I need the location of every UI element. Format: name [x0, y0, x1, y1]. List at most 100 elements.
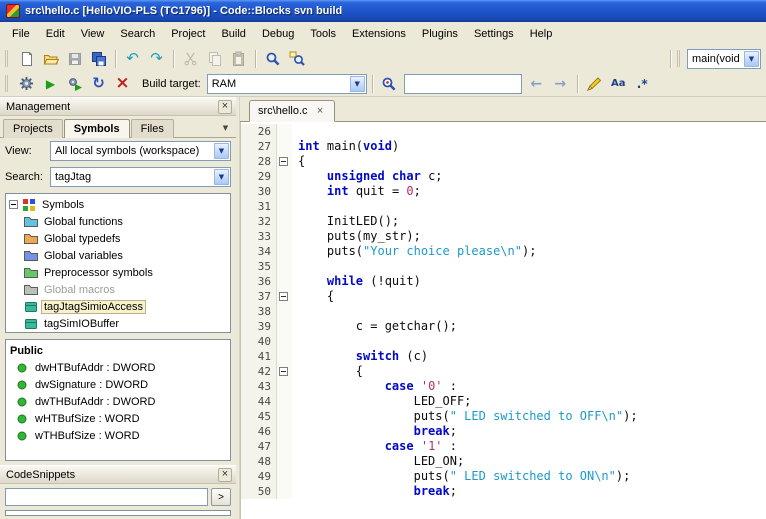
menu-tools[interactable]: Tools — [302, 25, 344, 43]
code-line[interactable]: 30 int quit = 0; — [241, 184, 766, 199]
active-symbol-combo[interactable]: main(void — [687, 49, 761, 69]
member-item[interactable]: dwHTBufAddr : DWORD — [10, 359, 226, 376]
code-line[interactable]: 49 puts(" LED switched to ON\n"); — [241, 469, 766, 484]
build-target-combo[interactable]: RAM — [207, 74, 367, 94]
tree-item[interactable]: tagJtagSimioAccess — [6, 298, 230, 315]
jump-back-icon[interactable]: ← — [525, 73, 548, 95]
replace-icon[interactable] — [285, 48, 308, 70]
toolbar-grip[interactable] — [677, 50, 681, 67]
code-line[interactable]: 42 { — [241, 364, 766, 379]
code-line[interactable]: 45 puts(" LED switched to OFF\n"); — [241, 409, 766, 424]
code-line[interactable]: 34 puts("Your choice please\n"); — [241, 244, 766, 259]
code-line[interactable]: 35 — [241, 259, 766, 274]
tree-item[interactable]: tagSimIOBuffer — [6, 315, 230, 332]
code-line[interactable]: 41 switch (c) — [241, 349, 766, 364]
code-line[interactable]: 44 LED_OFF; — [241, 394, 766, 409]
menu-help[interactable]: Help — [522, 25, 561, 43]
menu-project[interactable]: Project — [163, 25, 213, 43]
code-line[interactable]: 38 — [241, 304, 766, 319]
menu-plugins[interactable]: Plugins — [414, 25, 466, 43]
close-icon[interactable] — [218, 468, 232, 482]
jump-forward-icon[interactable]: → — [549, 73, 572, 95]
new-file-icon[interactable] — [15, 48, 38, 70]
tab-files[interactable]: Files — [131, 119, 174, 138]
menu-view[interactable]: View — [73, 25, 113, 43]
member-item[interactable]: dwTHBufAddr : DWORD — [10, 393, 226, 410]
toolbar-grip[interactable] — [5, 50, 9, 67]
member-item[interactable]: wHTBufSize : WORD — [10, 410, 226, 427]
editor-tab[interactable]: src\hello.c — [249, 100, 335, 122]
code-line[interactable]: 43 case '0' : — [241, 379, 766, 394]
menu-edit[interactable]: Edit — [38, 25, 73, 43]
code-line[interactable]: 48 LED_ON; — [241, 454, 766, 469]
member-item[interactable]: wTHBufSize : WORD — [10, 427, 226, 444]
run-icon[interactable]: ▶ — [39, 73, 62, 95]
redo-icon[interactable]: ↷ — [145, 48, 168, 70]
menu-debug[interactable]: Debug — [254, 25, 302, 43]
open-file-icon[interactable] — [39, 48, 62, 70]
code-line[interactable]: 37 { — [241, 289, 766, 304]
fold-collapse-icon[interactable] — [279, 157, 288, 166]
menu-settings[interactable]: Settings — [466, 25, 522, 43]
code-line[interactable]: 31 — [241, 199, 766, 214]
chevron-down-icon[interactable] — [350, 76, 365, 92]
code-line[interactable]: 50 break; — [241, 484, 766, 499]
compiler-options-icon[interactable] — [15, 73, 38, 95]
menu-build[interactable]: Build — [213, 25, 253, 43]
code-line[interactable]: 29 unsigned char c; — [241, 169, 766, 184]
folder-preprocessor-icon — [23, 265, 39, 281]
tree-item[interactable]: Global functions — [6, 213, 230, 230]
close-icon[interactable] — [315, 106, 326, 117]
member-item[interactable]: dwSignature : DWORD — [10, 376, 226, 393]
collapse-icon[interactable] — [9, 200, 18, 209]
chevron-down-icon[interactable] — [214, 143, 229, 159]
build-and-run-icon[interactable] — [63, 73, 86, 95]
abort-icon[interactable]: × — [111, 73, 134, 95]
code-line[interactable]: 32 InitLED(); — [241, 214, 766, 229]
code-line[interactable]: 47 case '1' : — [241, 439, 766, 454]
chevron-down-icon[interactable] — [214, 169, 229, 185]
regex-icon[interactable]: .* — [631, 73, 654, 95]
menu-extensions[interactable]: Extensions — [344, 25, 414, 43]
code-line[interactable]: 39 c = getchar(); — [241, 319, 766, 334]
codesnippets-search-input[interactable] — [5, 488, 208, 506]
paste-icon[interactable] — [227, 48, 250, 70]
save-all-icon[interactable] — [87, 48, 110, 70]
fold-collapse-icon[interactable] — [279, 367, 288, 376]
fold-collapse-icon[interactable] — [279, 292, 288, 301]
code-text: int quit = 0; — [292, 184, 421, 199]
highlight-icon[interactable] — [583, 73, 606, 95]
view-combo[interactable]: All local symbols (workspace) — [50, 141, 231, 161]
menu-file[interactable]: File — [4, 25, 38, 43]
close-icon[interactable] — [218, 100, 232, 114]
undo-icon[interactable]: ↶ — [121, 48, 144, 70]
tree-item[interactable]: Symbols — [6, 196, 230, 213]
chevron-down-icon[interactable] — [744, 51, 759, 67]
save-file-icon[interactable] — [63, 48, 86, 70]
tree-item[interactable]: Global typedefs — [6, 230, 230, 247]
toolbar-grip[interactable] — [5, 75, 9, 92]
tree-item[interactable]: Global variables — [6, 247, 230, 264]
rebuild-icon[interactable]: ↻ — [87, 73, 110, 95]
code-line[interactable]: 27int main(void) — [241, 139, 766, 154]
tab-symbols[interactable]: Symbols — [64, 119, 130, 138]
symbol-search-combo[interactable]: tagJtag — [50, 167, 231, 187]
incremental-search-icon[interactable] — [378, 73, 401, 95]
cut-icon[interactable] — [179, 48, 202, 70]
incremental-search-input[interactable] — [404, 74, 522, 94]
menu-search[interactable]: Search — [112, 25, 163, 43]
match-case-icon[interactable]: Aa — [607, 73, 630, 95]
code-line[interactable]: 46 break; — [241, 424, 766, 439]
tree-item[interactable]: Global macros — [6, 281, 230, 298]
codesnippets-search-button[interactable]: > — [211, 488, 231, 506]
copy-icon[interactable] — [203, 48, 226, 70]
chevron-down-icon[interactable] — [219, 121, 232, 134]
code-line[interactable]: 36 while (!quit) — [241, 274, 766, 289]
tree-item[interactable]: Preprocessor symbols — [6, 264, 230, 281]
code-line[interactable]: 26 — [241, 124, 766, 139]
code-line[interactable]: 40 — [241, 334, 766, 349]
tab-projects[interactable]: Projects — [3, 119, 63, 138]
code-line[interactable]: 28{ — [241, 154, 766, 169]
code-line[interactable]: 33 puts(my_str); — [241, 229, 766, 244]
find-icon[interactable] — [261, 48, 284, 70]
